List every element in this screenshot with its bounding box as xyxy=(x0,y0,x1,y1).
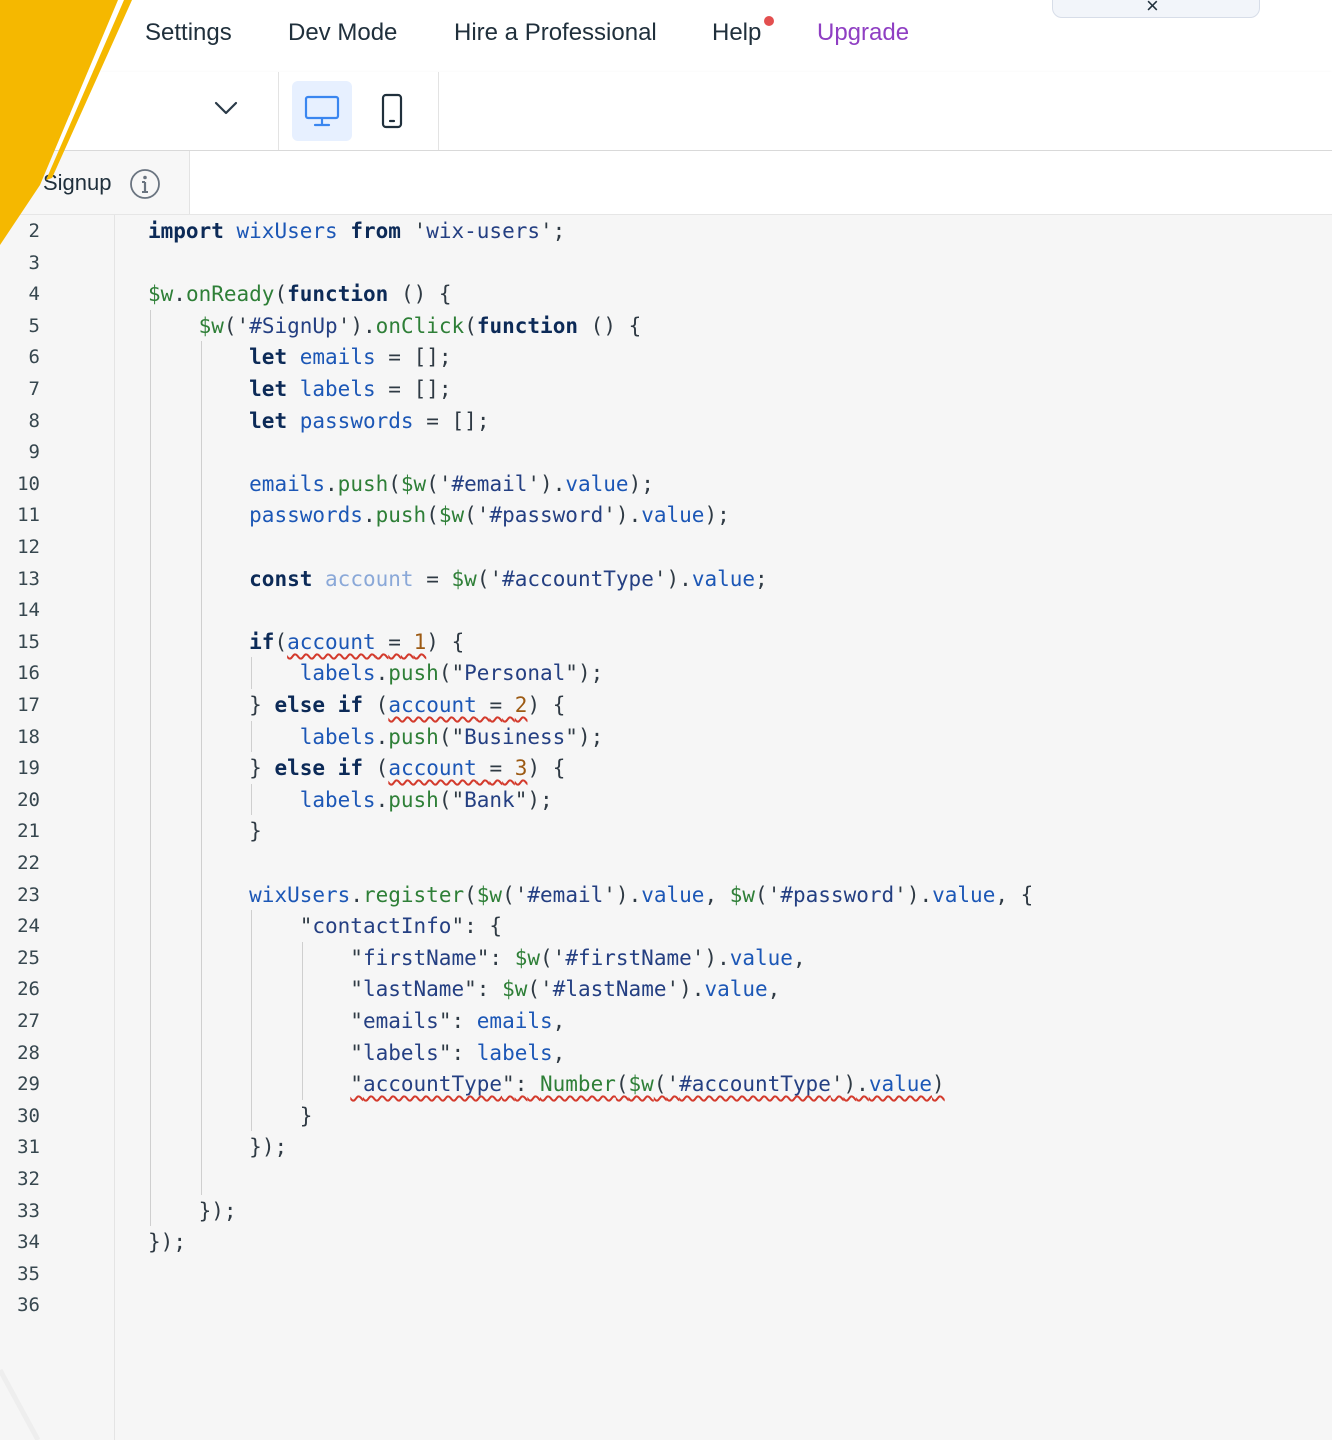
line-number: 35 xyxy=(17,1262,40,1285)
mobile-view-button[interactable] xyxy=(362,81,422,141)
line-number: 10 xyxy=(17,472,40,495)
chevron-down-icon xyxy=(214,101,238,115)
code-line[interactable]: wixUsers.register($w('#email').value, $w… xyxy=(148,879,1033,911)
code-line[interactable]: "lastName": $w('#lastName').value, xyxy=(148,973,780,1005)
line-number-gutter: 2 3 4 5 6 7 8 9 10 11 12 13 14 15 16 17 18 19 20 21 22 23 24 25… xyxy=(0,215,115,1440)
code-line[interactable]: } xyxy=(148,815,262,847)
code-line[interactable]: "labels": labels, xyxy=(148,1037,565,1069)
code-line[interactable]: }); xyxy=(148,1226,186,1258)
close-icon: × xyxy=(1146,0,1159,18)
line-number: 15 xyxy=(17,630,40,653)
file-tabs-row: Signup xyxy=(0,151,1332,215)
help-notification-dot xyxy=(764,16,774,26)
code-line[interactable]: let emails = []; xyxy=(148,341,451,373)
line-number: 29 xyxy=(17,1073,40,1096)
code-line[interactable]: emails.push($w('#email').value); xyxy=(148,468,654,500)
code-line[interactable]: passwords.push($w('#password').value); xyxy=(148,499,730,531)
indent-guide xyxy=(251,910,253,1132)
menu-upgrade[interactable]: Upgrade xyxy=(817,16,909,50)
mobile-icon xyxy=(381,93,403,129)
page-selector-value: p xyxy=(58,96,72,123)
code-line[interactable]: "firstName": $w('#firstName').value, xyxy=(148,942,805,974)
code-line[interactable]: import wixUsers from 'wix-users'; xyxy=(148,215,565,247)
line-number: 18 xyxy=(17,725,40,748)
line-number: 4 xyxy=(28,283,40,306)
file-tab-signup[interactable]: Signup xyxy=(0,151,190,214)
code-line[interactable]: } else if (account = 2) { xyxy=(148,689,565,721)
menu-hire-professional[interactable]: Hire a Professional xyxy=(454,16,657,50)
code-line[interactable]: labels.push("Personal"); xyxy=(148,657,604,689)
line-number: 21 xyxy=(17,820,40,843)
indent-guide xyxy=(251,720,253,753)
code-line[interactable]: $w.onReady(function () { xyxy=(148,278,452,310)
line-number: 22 xyxy=(17,852,40,874)
line-number: 13 xyxy=(17,567,40,590)
page-toolbar: p xyxy=(0,72,1332,151)
line-number: 19 xyxy=(17,757,40,780)
device-switcher xyxy=(278,72,439,150)
desktop-icon xyxy=(304,95,340,127)
top-menu-bar: Settings Dev Mode Hire a Professional He… xyxy=(0,0,1332,73)
line-number: 23 xyxy=(17,883,40,906)
line-number: 11 xyxy=(17,504,40,527)
line-number: 33 xyxy=(17,1199,40,1222)
code-line[interactable]: if(account = 1) { xyxy=(148,626,464,658)
code-line[interactable]: let labels = []; xyxy=(148,373,451,405)
menu-help[interactable]: Help xyxy=(712,16,761,50)
line-number: 7 xyxy=(28,378,40,400)
line-number: 26 xyxy=(17,978,40,1001)
line-number: 34 xyxy=(17,1231,40,1254)
line-number: 32 xyxy=(17,1168,40,1190)
line-number: 5 xyxy=(28,314,40,337)
page-selector-dropdown[interactable]: p xyxy=(0,72,279,150)
line-number: 30 xyxy=(17,1104,40,1127)
line-number: 2 xyxy=(28,220,40,242)
line-number: 20 xyxy=(17,788,40,811)
code-line[interactable]: $w('#SignUp').onClick(function () { xyxy=(148,310,642,342)
file-tab-label: Signup xyxy=(43,170,112,195)
line-number: 28 xyxy=(17,1041,40,1064)
close-preview-button[interactable]: × xyxy=(1052,0,1260,18)
indent-guide xyxy=(251,783,253,816)
info-icon[interactable] xyxy=(129,168,161,200)
code-line[interactable]: "accountType": Number($w('#accountType')… xyxy=(148,1068,944,1100)
code-editor[interactable]: 2 3 4 5 6 7 8 9 10 11 12 13 14 15 16 17 18 19 20 21 22 23 24 25… xyxy=(0,215,1332,1440)
code-line[interactable]: "emails": emails, xyxy=(148,1005,565,1037)
line-number: 8 xyxy=(28,409,40,432)
line-number: 6 xyxy=(28,346,40,369)
menu-dev-mode[interactable]: Dev Mode xyxy=(288,16,397,50)
indent-guide xyxy=(251,657,253,689)
line-number: 17 xyxy=(17,694,40,716)
line-number: 31 xyxy=(17,1136,40,1159)
line-number: 3 xyxy=(28,251,40,274)
line-number: 12 xyxy=(17,536,40,558)
menu-settings[interactable]: Settings xyxy=(145,16,232,50)
code-line[interactable]: let passwords = []; xyxy=(148,405,489,437)
indent-guide xyxy=(200,341,202,1195)
line-number: 24 xyxy=(17,915,40,938)
code-line[interactable]: } xyxy=(148,1100,313,1132)
code-line[interactable]: } else if (account = 3) { xyxy=(148,752,565,784)
code-line[interactable]: }); xyxy=(148,1131,287,1163)
line-number: 25 xyxy=(17,946,40,969)
indent-guide xyxy=(301,941,303,1100)
indent-guide xyxy=(150,309,151,1227)
line-number: 14 xyxy=(17,599,40,622)
code-line[interactable]: const account = $w('#accountType').value… xyxy=(148,563,768,595)
line-number: 27 xyxy=(17,1010,40,1032)
code-line[interactable]: }); xyxy=(148,1195,237,1227)
line-number: 36 xyxy=(17,1294,40,1317)
editor-window: { "menu": { "settings": "Settings", "dev… xyxy=(0,0,1332,1440)
line-number: 16 xyxy=(17,662,40,685)
desktop-view-button[interactable] xyxy=(292,81,352,141)
line-number: 9 xyxy=(28,441,40,464)
code-line[interactable]: labels.push("Business"); xyxy=(148,721,604,753)
code-line[interactable]: labels.push("Bank"); xyxy=(148,784,553,816)
